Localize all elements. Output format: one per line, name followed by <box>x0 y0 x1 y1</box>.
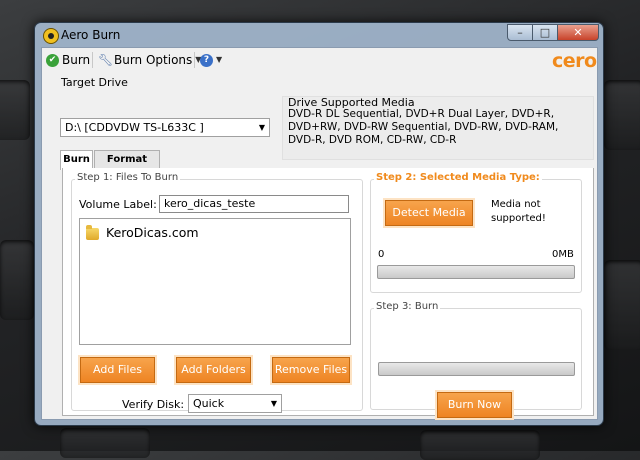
step1-title: Step 1: Files To Burn <box>75 172 181 183</box>
background-key <box>420 430 540 460</box>
burn-tab-panel: Step 1: Files To Burn Volume Label: kero… <box>62 168 594 418</box>
burn-options-label: Burn Options <box>114 53 193 67</box>
window-title: Aero Burn <box>61 28 121 42</box>
cero-logo: cero <box>552 50 597 72</box>
burn-progress-bar <box>378 362 575 376</box>
app-window: Aero Burn – □ ✕ ✔ Burn 🔧︎ Burn Options ▼… <box>34 22 604 426</box>
file-list[interactable]: KeroDicas.com <box>79 218 351 345</box>
background-key <box>0 240 34 320</box>
capacity-progress-bar <box>377 265 575 279</box>
background-key <box>0 80 30 140</box>
burn-toolbar-label: Burn <box>62 53 91 67</box>
chevron-down-icon: ▼ <box>258 123 265 132</box>
remove-files-button[interactable]: Remove Files <box>272 357 350 383</box>
client-area: ✔ Burn 🔧︎ Burn Options ▼ ? ▼ cero Target… <box>41 47 598 420</box>
app-radiation-icon <box>43 28 59 44</box>
verify-disk-label: Verify Disk: <box>122 398 185 411</box>
background-key <box>604 80 640 150</box>
chevron-down-icon: ▼ <box>270 399 277 408</box>
capacity-max-label: 0MB <box>552 249 574 260</box>
help-icon: ? <box>200 53 213 67</box>
close-button[interactable]: ✕ <box>557 24 599 41</box>
title-bar[interactable]: Aero Burn – □ ✕ <box>35 23 603 47</box>
tab-burn[interactable]: Burn <box>60 150 93 170</box>
target-drive-value: D:\ [CDDVDW TS-L633C ] <box>65 121 204 134</box>
target-drive-select[interactable]: D:\ [CDDVDW TS-L633C ] ▼ <box>60 118 270 137</box>
background-key <box>60 428 150 458</box>
maximize-button[interactable]: □ <box>532 24 558 41</box>
background-key <box>604 260 640 350</box>
minimize-button[interactable]: – <box>507 24 533 41</box>
add-files-button[interactable]: Add Files <box>80 357 155 383</box>
burn-now-button[interactable]: Burn Now <box>437 392 512 418</box>
list-item[interactable]: KeroDicas.com <box>86 225 286 241</box>
supported-media-text: DVD-R DL Sequential, DVD+R Dual Layer, D… <box>288 108 559 146</box>
toolbar-separator <box>92 52 93 68</box>
wrench-icon: 🔧︎ <box>98 52 114 67</box>
verify-disk-value: Quick <box>193 397 225 410</box>
tab-format-disc[interactable]: Format Disc <box>94 150 160 183</box>
help-button[interactable]: ? ▼ <box>200 51 222 69</box>
check-icon: ✔ <box>46 53 59 67</box>
toolbar-separator <box>194 52 195 68</box>
burn-toolbar-button[interactable]: ✔ Burn <box>46 51 90 69</box>
capacity-min-label: 0 <box>378 249 385 260</box>
step3-title: Step 3: Burn <box>374 301 441 312</box>
add-folders-button[interactable]: Add Folders <box>176 357 251 383</box>
media-status-text: Media not supported! <box>491 199 546 224</box>
volume-label-label: Volume Label: <box>79 198 157 211</box>
detect-media-button[interactable]: Detect Media <box>385 200 473 226</box>
chevron-down-icon: ▼ <box>216 55 223 64</box>
file-name: KeroDicas.com <box>106 225 199 240</box>
burn-options-button[interactable]: 🔧︎ Burn Options ▼ <box>98 51 201 69</box>
toolbar: ✔ Burn 🔧︎ Burn Options ▼ ? ▼ cero <box>42 48 597 72</box>
verify-disk-select[interactable]: Quick ▼ <box>188 394 282 413</box>
folder-icon <box>86 225 99 240</box>
volume-label-input[interactable]: kero_dicas_teste <box>159 195 349 213</box>
step2-title: Step 2: Selected Media Type: <box>374 172 542 183</box>
target-drive-label: Target Drive <box>61 76 128 89</box>
